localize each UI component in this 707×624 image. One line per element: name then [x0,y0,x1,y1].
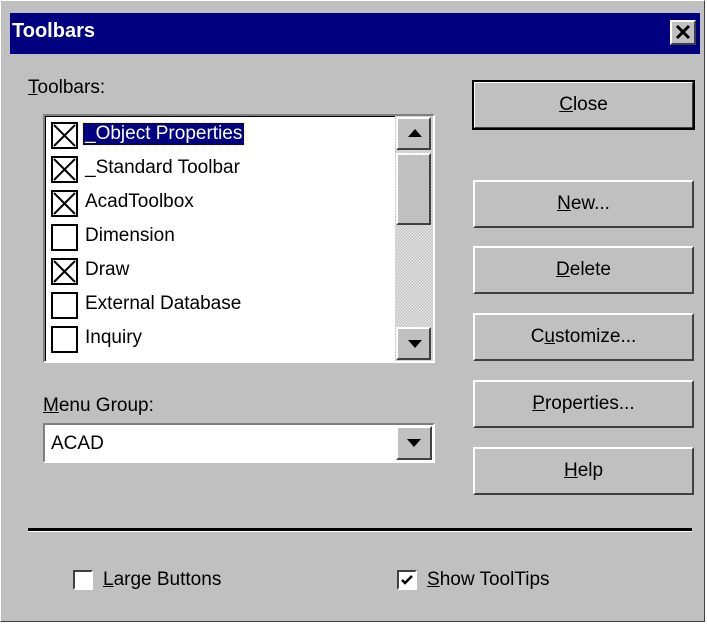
check-x-icon [53,158,76,181]
scroll-down-button[interactable] [396,327,431,360]
delete-button[interactable]: Delete [473,246,694,294]
list-item-label: _Standard Toolbar [85,157,240,178]
dropdown-button[interactable] [396,426,432,460]
list-item-label: _Object Properties [81,122,246,146]
scroll-thumb[interactable] [396,153,431,225]
checkbox-checked[interactable] [51,156,78,183]
menu-group-label: Menu Group: [43,395,154,416]
checkbox-checked[interactable] [51,258,78,285]
list-item[interactable]: External Database [49,289,394,322]
check-x-icon [53,192,76,215]
list-item-label: Dimension [85,225,175,246]
menu-group-select[interactable]: ACAD [43,423,435,463]
separator-line [28,528,692,532]
arrow-down-icon [408,340,422,348]
check-x-icon [53,260,76,283]
list-item[interactable]: Dimension [49,221,394,254]
show-tooltips-label: Show ToolTips [427,569,550,590]
list-item[interactable]: Inquiry [49,323,394,356]
close-window-button[interactable] [670,20,696,45]
toolbars-dialog: Toolbars Toolbars: _Object Properties _S… [0,0,705,622]
checkmark-icon [401,575,413,585]
list-item-label: AcadToolbox [85,191,194,212]
checkbox-unchecked[interactable] [51,292,78,319]
new-button[interactable]: New... [473,180,694,228]
scroll-up-button[interactable] [396,117,431,150]
arrow-up-icon [408,129,422,137]
list-item-label: Inquiry [85,327,143,348]
toolbars-label: Toolbars: [28,77,106,98]
list-item[interactable]: _Object Properties [49,119,394,152]
checkbox-unchecked[interactable] [51,326,78,353]
checkbox-checked[interactable] [51,122,78,149]
help-button[interactable]: Help [473,447,694,495]
title-bar[interactable]: Toolbars [10,13,700,54]
list-item[interactable]: _Standard Toolbar [49,153,394,186]
show-tooltips-checkbox[interactable] [397,570,417,590]
toolbars-listbox[interactable]: _Object Properties _Standard Toolbar Aca… [43,114,435,363]
menu-group-value: ACAD [51,433,104,454]
close-icon [675,24,691,40]
large-buttons-label: Large Buttons [103,569,222,590]
large-buttons-checkbox[interactable] [73,570,93,590]
list-item[interactable]: Draw [49,255,394,288]
list-item[interactable]: AcadToolbox [49,187,394,220]
check-x-icon [53,124,76,147]
window-title: Toolbars [12,20,95,42]
chevron-down-icon [407,439,421,447]
close-button[interactable]: Close [472,80,695,130]
checkbox-unchecked[interactable] [51,224,78,251]
customize-button[interactable]: Customize... [473,313,694,361]
properties-button[interactable]: Properties... [473,380,694,428]
list-item-label: Draw [85,259,130,280]
checkbox-checked[interactable] [51,190,78,217]
toolbars-list-items: _Object Properties _Standard Toolbar Aca… [45,116,395,361]
list-item-label: External Database [85,293,242,314]
vertical-scrollbar[interactable] [395,116,433,361]
